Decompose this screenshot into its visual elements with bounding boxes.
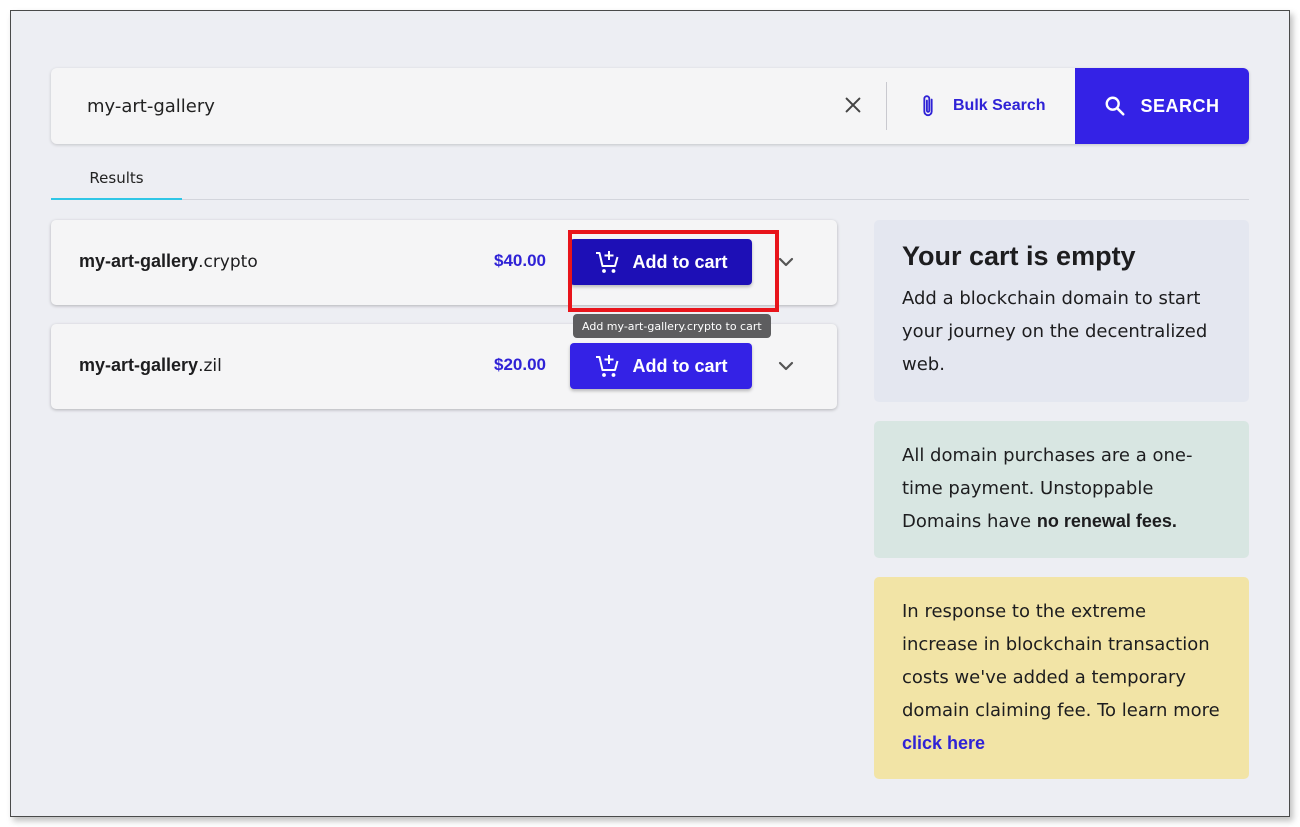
bulk-search-button[interactable]: Bulk Search (917, 92, 1045, 120)
domain-name: my-art-gallery.crypto (79, 251, 258, 272)
info-panel: All domain purchases are a one-time paym… (874, 421, 1249, 558)
info-text-bold: no renewal fees. (1036, 511, 1177, 531)
domain-tld: .crypto (198, 252, 258, 272)
learn-more-link[interactable]: click here (902, 733, 985, 753)
domain-base: my-art-gallery (79, 251, 199, 271)
add-to-cart-label: Add to cart (632, 355, 728, 376)
search-bar: Bulk Search SEARCH (51, 68, 1249, 144)
add-to-cart-tooltip: Add my-art-gallery.crypto to cart (573, 314, 771, 338)
app-frame: Bulk Search SEARCH Results my-art-galler… (10, 10, 1290, 817)
domain-name: my-art-gallery.zil (79, 355, 222, 376)
domain-base: my-art-gallery (79, 355, 199, 375)
tab-bar: Results (51, 158, 1249, 200)
paperclip-icon (923, 95, 933, 117)
notice-text: In response to the extreme increase in b… (902, 595, 1221, 760)
chevron-down-icon[interactable] (776, 252, 796, 272)
notice-panel: In response to the extreme increase in b… (874, 577, 1249, 779)
domain-price: $40.00 (494, 251, 546, 270)
search-button[interactable]: SEARCH (1075, 68, 1249, 144)
cart-text: Add a blockchain domain to start your jo… (902, 288, 1208, 375)
bulk-search-label: Bulk Search (953, 97, 1046, 114)
tab-results[interactable]: Results (51, 158, 182, 200)
close-icon[interactable] (842, 94, 864, 116)
domain-price: $20.00 (494, 355, 546, 374)
search-input[interactable] (87, 90, 807, 122)
highlight-box (568, 230, 779, 312)
search-button-label: SEARCH (1140, 95, 1220, 116)
search-divider (886, 82, 887, 130)
chevron-down-icon[interactable] (776, 356, 796, 376)
cart-panel: Your cart is empty Add a blockchain doma… (874, 220, 1249, 402)
search-icon (1106, 96, 1126, 116)
add-to-cart-button[interactable]: Add to cart (570, 343, 752, 389)
notice-text-body: In response to the extreme increase in b… (902, 601, 1220, 721)
add-shopping-cart-icon (596, 355, 619, 377)
cart-title: Your cart is empty (902, 241, 1136, 271)
domain-tld: .zil (198, 356, 222, 376)
info-text: All domain purchases are a one-time paym… (902, 439, 1221, 538)
